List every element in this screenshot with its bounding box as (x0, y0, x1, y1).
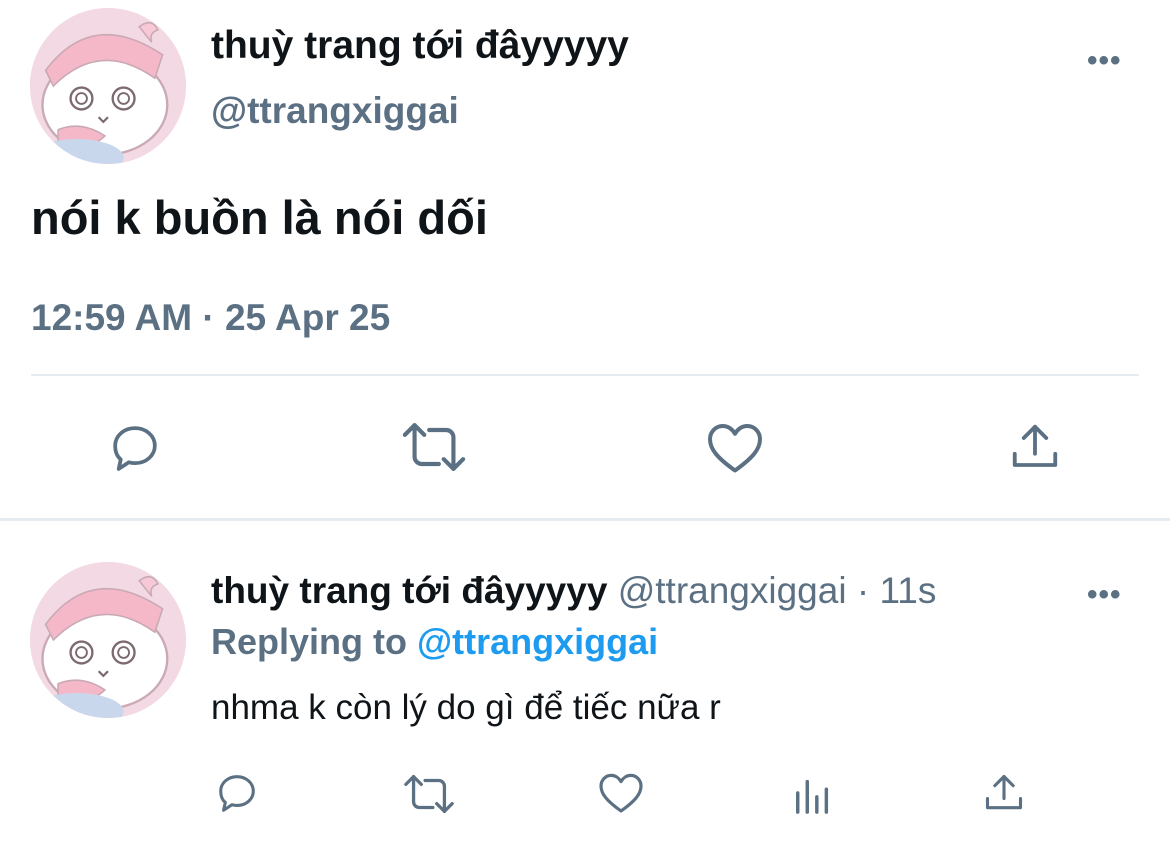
replying-to: Replying to @ttrangxiggai (211, 621, 658, 663)
reply-avatar[interactable] (30, 562, 186, 718)
replying-prefix: Replying to (211, 621, 407, 662)
divider (31, 374, 1139, 376)
avatar-image (30, 8, 186, 164)
like-icon[interactable] (705, 420, 765, 476)
more-options-icon[interactable]: ••• (1087, 44, 1122, 78)
avatar-image (30, 562, 186, 718)
tweet-time: 12:59 AM (31, 297, 193, 338)
reply-icon[interactable] (214, 770, 260, 816)
retweet-icon[interactable] (400, 420, 468, 474)
share-icon[interactable] (1008, 420, 1062, 474)
tweet-time[interactable]: 11s (879, 570, 936, 611)
username-handle[interactable]: @ttrangxiggai (211, 90, 459, 132)
tweet-text: nhma k còn lý do gì để tiếc nữa r (211, 688, 721, 727)
meta-separator: · (856, 570, 870, 611)
display-name[interactable]: thuỳ trang tới đâyyyyy (211, 570, 607, 611)
reply-icon[interactable] (106, 420, 164, 476)
meta-separator: · (202, 297, 215, 338)
tweet-text: nói k buồn là nói dối (31, 191, 488, 244)
share-icon[interactable] (982, 771, 1026, 815)
analytics-icon[interactable] (793, 772, 833, 814)
retweet-icon[interactable] (402, 772, 456, 816)
tweet-date: 25 Apr 25 (224, 297, 391, 338)
avatar[interactable] (30, 8, 186, 164)
tweet-separator (0, 518, 1170, 521)
reply-header: thuỳ trang tới đâyyyyy @ttrangxiggai · 1… (211, 570, 936, 612)
username-handle[interactable]: @ttrangxiggai (618, 570, 847, 611)
like-icon[interactable] (597, 770, 645, 816)
more-options-icon[interactable]: ••• (1087, 578, 1122, 612)
mention-link[interactable]: @ttrangxiggai (417, 621, 658, 662)
display-name[interactable]: thuỳ trang tới đâyyyyy (211, 24, 629, 68)
tweet-timestamp[interactable]: 12:59 AM · 25 Apr 25 (31, 297, 390, 339)
